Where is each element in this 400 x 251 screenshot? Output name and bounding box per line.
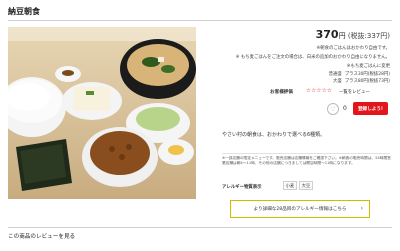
- rice-normal-value: プラス30円(税抜28円): [344, 72, 390, 77]
- rice-large-option: 大盛 プラス80円(税抜73円): [332, 79, 390, 84]
- allergy-label: アレルギー物質表示: [222, 185, 262, 190]
- price-amount: 370: [315, 28, 339, 41]
- title-divider: [8, 20, 392, 21]
- review-list-link[interactable]: 一覧をレビュー: [339, 89, 370, 95]
- allergy-detail-button[interactable]: より詳細な28品目のアレルギー情報はこちら ›: [230, 200, 370, 218]
- reviews-heading[interactable]: この商品のレビューを見る: [8, 232, 75, 240]
- favorite-count: 0: [343, 105, 347, 112]
- rice-normal-option: 普通盛 プラス30円(税抜28円): [328, 72, 390, 77]
- rating-label: お客様評価: [270, 90, 293, 95]
- notes-divider: [222, 153, 390, 154]
- chevron-right-icon: ›: [360, 205, 363, 212]
- allergy-chip-wheat: 小麦: [283, 181, 297, 190]
- price-tax-note: (税抜:337円): [347, 32, 390, 40]
- heart-icon[interactable]: ♡: [327, 103, 339, 115]
- notice-mochimugi: ※ もち麦ごはんをご注文の場合は、白米の追加のおかわり自由になりません。: [235, 55, 390, 60]
- breakfast-illustration: [8, 27, 196, 199]
- rice-large-label: 大盛: [332, 79, 342, 84]
- price-display: 370円 (税抜:337円): [316, 28, 390, 41]
- product-description: やさい村の朝食は、おかわりで選べる6種類。: [222, 132, 326, 138]
- register-favorite-button[interactable]: 登録しよう!: [353, 102, 388, 115]
- page-title: 納豆朝食: [8, 7, 40, 16]
- rice-normal-label: 普通盛: [328, 72, 342, 77]
- notice-refill: ※朝食のごはんはおかわり自由です。: [316, 46, 391, 51]
- product-photo: [8, 27, 196, 199]
- section-divider: [8, 227, 392, 228]
- allergy-detail-label: より詳細な28品目のアレルギー情報はこちら: [253, 207, 347, 212]
- sales-notes: ※一部店舗の限定メニューです。販売店舗は店舗情報をご確認下さい。※朝食の販売時間…: [222, 156, 391, 166]
- rice-change-note: ※もち麦ごはんに変更: [346, 64, 390, 69]
- price-unit: 円: [338, 32, 346, 40]
- allergy-chip-soy: 大豆: [299, 181, 313, 190]
- rice-large-value: プラス80円(税抜73円): [344, 79, 390, 84]
- rating-stars: ☆☆☆☆☆: [306, 88, 333, 94]
